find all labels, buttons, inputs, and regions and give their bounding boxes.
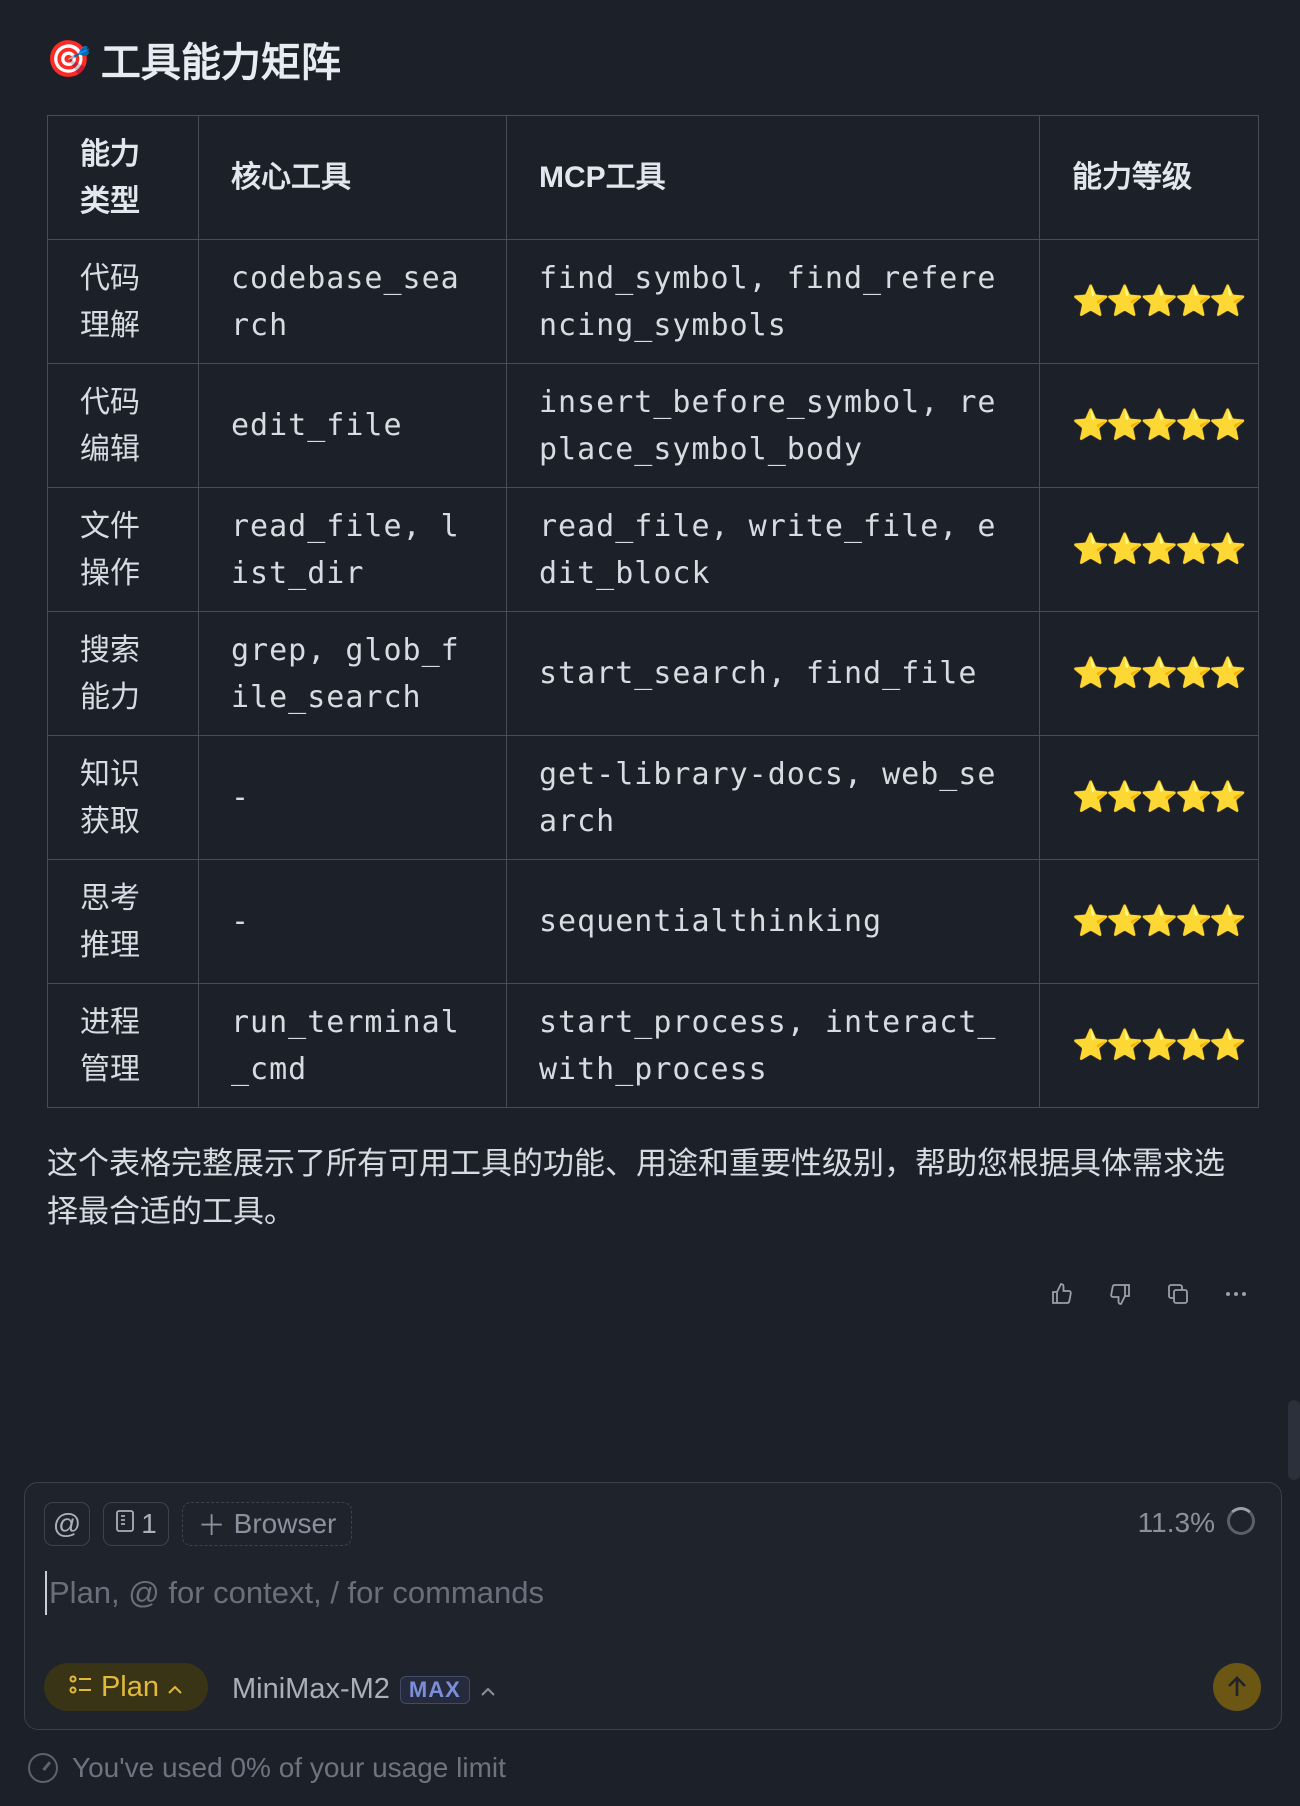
thumbs-up-icon[interactable] <box>1050 1282 1074 1306</box>
usage-limit-text: You've used 0% of your usage limit <box>72 1752 506 1783</box>
rating-stars: ⭐⭐⭐⭐⭐ <box>1039 487 1259 612</box>
message-actions <box>1050 1282 1248 1306</box>
mode-label: Plan <box>100 1670 160 1703</box>
model-selector[interactable]: MiniMax-M2 MAX <box>232 1673 496 1706</box>
table-row: 知识获取 - get-library-docs, web_search ⭐⭐⭐⭐… <box>47 735 1259 860</box>
mcp-tool-cell: sequentialthinking <box>506 859 1040 984</box>
mode-selector[interactable]: Plan <box>44 1663 208 1711</box>
category-cell: 搜索能力 <box>47 611 199 736</box>
mcp-tool-cell: start_search, find_file <box>506 611 1040 736</box>
table-row: 思考推理 - sequentialthinking ⭐⭐⭐⭐⭐ <box>47 859 1259 984</box>
section-title: 工具能力矩阵 <box>100 41 341 85</box>
mcp-tool-cell: read_file, write_file, edit_block <box>506 487 1040 612</box>
category-cell: 文件操作 <box>47 487 199 612</box>
plus-icon: ＋ <box>197 1510 226 1541</box>
files-count: 1 <box>141 1508 157 1539</box>
usage-footer: You've used 0% of your usage limit <box>28 1752 506 1784</box>
summary-paragraph: 这个表格完整展示了所有可用工具的功能、用途和重要性级别，帮助您根据具体需求选择最… <box>47 1146 1225 1229</box>
header-core-tools: 核心工具 <box>198 115 507 240</box>
header-mcp-tools: MCP工具 <box>506 115 1040 240</box>
copy-icon[interactable] <box>1166 1282 1190 1306</box>
core-tool-cell: - <box>198 735 507 860</box>
scrollbar-thumb[interactable] <box>1288 1400 1300 1480</box>
add-browser-button[interactable]: ＋ Browser <box>182 1502 352 1546</box>
rating-stars: ⭐⭐⭐⭐⭐ <box>1039 363 1259 488</box>
context-usage-percent: 11.3% <box>1137 1507 1215 1538</box>
category-cell: 代码编辑 <box>47 363 199 488</box>
chevron-up-icon <box>480 1673 496 1706</box>
table-row: 搜索能力 grep, glob_file_search start_search… <box>47 611 1259 736</box>
table-row: 进程管理 run_terminal_cmd start_process, int… <box>47 983 1259 1108</box>
core-tool-cell: run_terminal_cmd <box>198 983 507 1108</box>
chevron-up-icon <box>167 1671 183 1704</box>
core-tool-cell: codebase_search <box>198 239 507 364</box>
category-cell: 进程管理 <box>47 983 199 1108</box>
context-usage-ring-icon <box>1227 1507 1255 1535</box>
table-row: 文件操作 read_file, list_dir read_file, writ… <box>47 487 1259 612</box>
category-cell: 知识获取 <box>47 735 199 860</box>
gauge-icon <box>28 1753 58 1783</box>
section-heading: 🎯 工具能力矩阵 <box>46 30 341 88</box>
capability-matrix-table: 能力类型 核心工具 MCP工具 能力等级 代码理解 codebase_searc… <box>47 115 1259 1108</box>
mcp-tool-cell: get-library-docs, web_search <box>506 735 1040 860</box>
core-tool-cell: edit_file <box>198 363 507 488</box>
at-icon: @ <box>52 1508 82 1539</box>
core-tool-cell: - <box>198 859 507 984</box>
browser-label: Browser <box>233 1508 337 1539</box>
chat-composer: @ 1 ＋ Browser 11.3% Plan, @ for context,… <box>24 1482 1282 1730</box>
table-row: 代码编辑 edit_file insert_before_symbol, rep… <box>47 363 1259 488</box>
more-icon[interactable] <box>1224 1282 1248 1306</box>
mcp-tool-cell: start_process, interact_with_process <box>506 983 1040 1108</box>
rating-stars: ⭐⭐⭐⭐⭐ <box>1039 983 1259 1108</box>
max-badge: MAX <box>399 1675 470 1704</box>
category-cell: 思考推理 <box>47 859 199 984</box>
arrow-up-icon <box>1228 1676 1246 1696</box>
category-cell: 代码理解 <box>47 239 199 364</box>
send-button[interactable] <box>1213 1663 1261 1711</box>
thumbs-down-icon[interactable] <box>1108 1282 1132 1306</box>
rating-stars: ⭐⭐⭐⭐⭐ <box>1039 859 1259 984</box>
message-input[interactable]: Plan, @ for context, / for commands <box>45 1571 1149 1615</box>
attached-files-chip[interactable]: 1 <box>103 1502 169 1546</box>
plan-list-icon <box>69 1671 93 1704</box>
table-header-row: 能力类型 核心工具 MCP工具 能力等级 <box>47 115 1259 240</box>
rating-stars: ⭐⭐⭐⭐⭐ <box>1039 735 1259 860</box>
header-category: 能力类型 <box>47 115 199 240</box>
core-tool-cell: grep, glob_file_search <box>198 611 507 736</box>
document-icon <box>115 1508 135 1540</box>
rating-stars: ⭐⭐⭐⭐⭐ <box>1039 611 1259 736</box>
rating-stars: ⭐⭐⭐⭐⭐ <box>1039 239 1259 364</box>
mcp-tool-cell: find_symbol, find_referencing_symbols <box>506 239 1040 364</box>
model-name: MiniMax-M2 <box>232 1673 390 1705</box>
header-level: 能力等级 <box>1039 115 1259 240</box>
target-icon: 🎯 <box>46 38 91 79</box>
table-row: 代码理解 codebase_search find_symbol, find_r… <box>47 239 1259 364</box>
mcp-tool-cell: insert_before_symbol, replace_symbol_bod… <box>506 363 1040 488</box>
core-tool-cell: read_file, list_dir <box>198 487 507 612</box>
mention-button[interactable]: @ <box>44 1502 90 1546</box>
